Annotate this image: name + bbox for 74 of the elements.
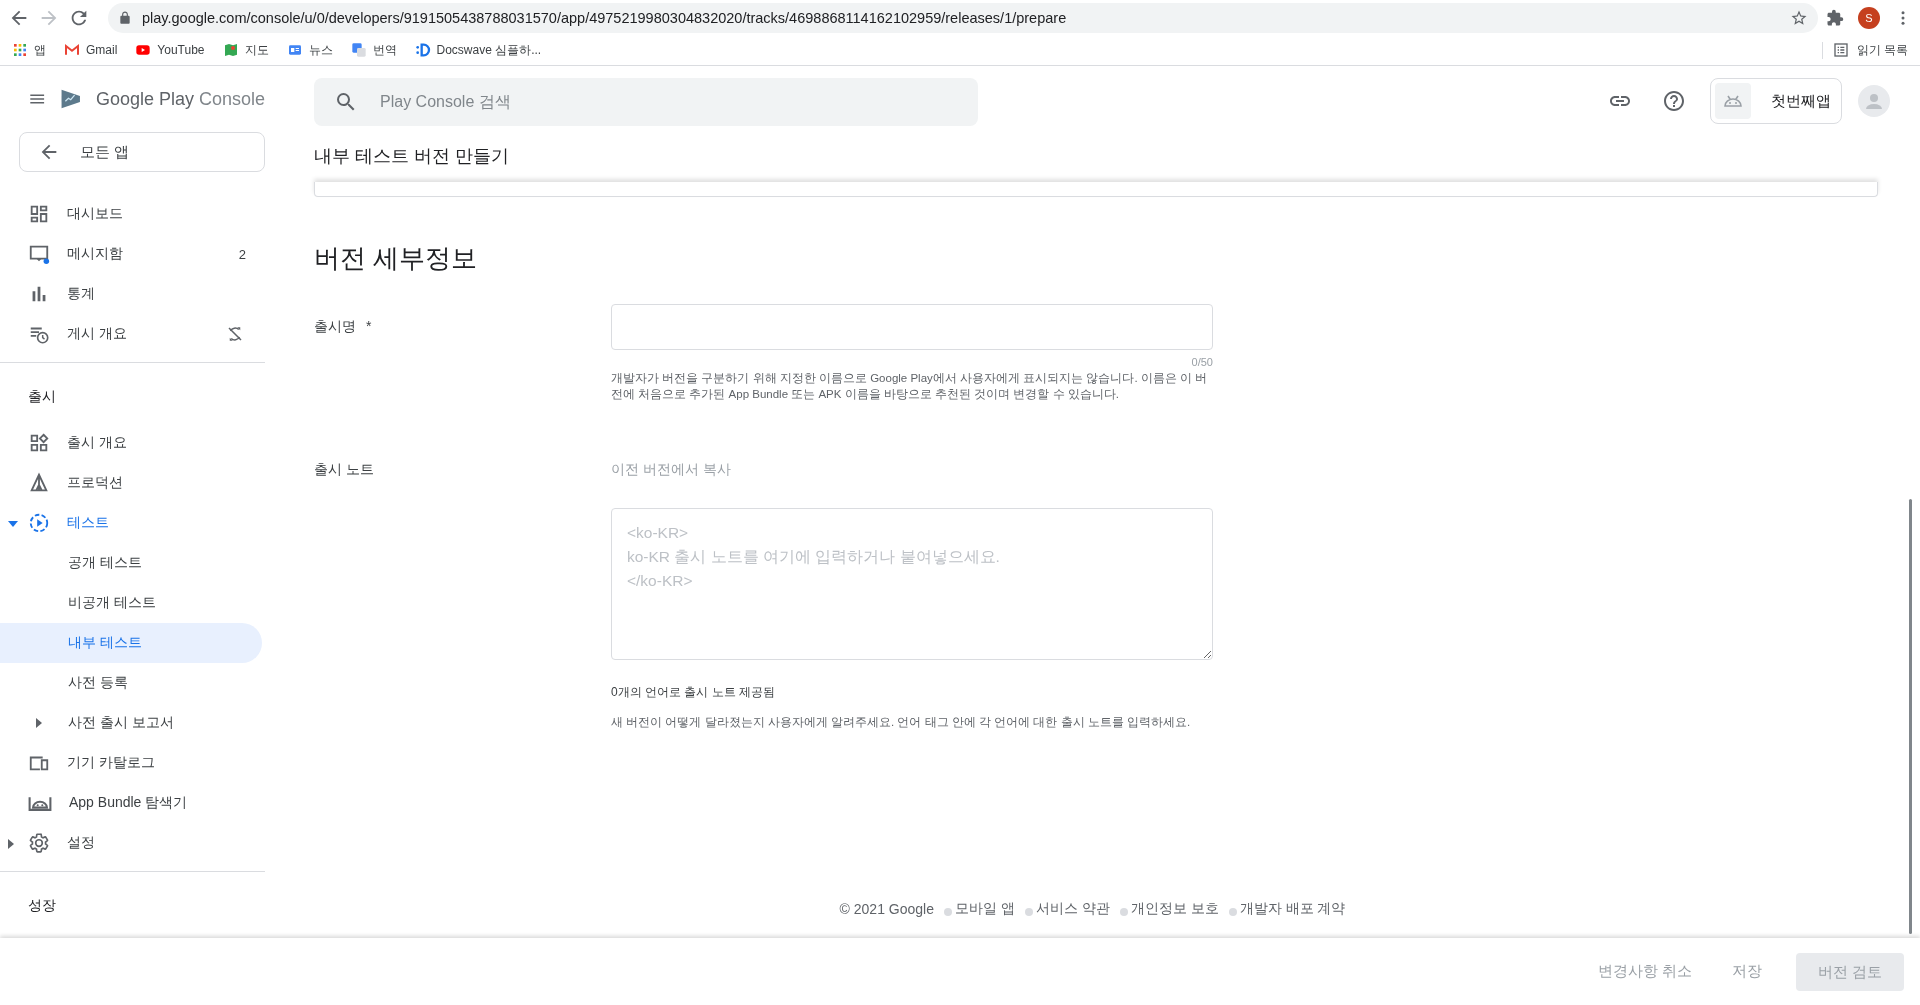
nav-item[interactable]: 사전 등록 — [0, 663, 262, 703]
bookmark[interactable]: 지도 — [222, 41, 269, 59]
nav-item[interactable]: 공개 테스트 — [0, 543, 262, 583]
separator-dot — [1119, 908, 1128, 916]
dashboard-icon — [28, 203, 50, 225]
bookmark[interactable]: YouTube — [135, 42, 205, 58]
extension-icon[interactable] — [1826, 9, 1844, 27]
nav-item[interactable]: 사전 출시 보고서 — [0, 703, 262, 743]
nav-item[interactable]: 대시보드 — [0, 194, 262, 234]
news-icon — [286, 42, 303, 58]
nav-item[interactable]: 내부 테스트 — [0, 623, 262, 663]
caret-icon[interactable] — [8, 519, 18, 529]
nav-item[interactable]: 메시지함 2 — [0, 234, 262, 274]
address-bar[interactable]: play.google.com/console/u/0/developers/9191505438788031570/app/4975219980304832020/tracks/4698868114162102959/releases/1/prepare — [108, 3, 1818, 33]
inbox-icon — [28, 243, 50, 265]
footer-link[interactable]: 서비스 약관 — [1035, 900, 1110, 918]
copyright-text: © 2021 Google — [839, 901, 934, 917]
nav-item[interactable]: 출시 개요 — [0, 423, 262, 463]
mail-icon — [64, 42, 80, 58]
bookmark[interactable]: Gmail — [64, 42, 118, 58]
apps-grid-icon — [12, 42, 28, 58]
search-field[interactable]: Play Console 검색 — [314, 78, 978, 126]
caret-icon[interactable] — [36, 718, 42, 728]
language-count: 0개의 언어로 출시 노트 제공됨 — [611, 684, 776, 701]
list-icon — [1832, 42, 1849, 58]
caret-icon[interactable] — [8, 839, 14, 849]
section-heading: 출시 — [27, 387, 57, 406]
reading-list-button[interactable]: 읽기 목록 — [1821, 41, 1908, 59]
translate-icon — [350, 42, 367, 58]
grid-shapes-icon — [28, 432, 50, 454]
character-counter: 0/50 — [1190, 356, 1213, 368]
release-notes-field[interactable]: <ko-KR> ko-KR 출시 노트를 여기에 입력하거나 붙여넣으세요. </ko-KR> — [611, 508, 1213, 660]
help-text: 개발자가 버전을 구분하기 위해 지정한 이름으로 Google Play에서 사용자에게 표시되지는 않습니다. 이름은 이 버전에 처음으로 추가된 App Bundle 또는 APK 이름을 바탕으로 추천된 것이며 변경할 수 있습니다. — [611, 371, 1209, 402]
nav-item[interactable]: 설정 — [0, 823, 262, 863]
help-icon — [1662, 89, 1686, 113]
page-title: 내부 테스트 버전 만들기 — [313, 145, 510, 168]
profile-avatar[interactable]: S — [1858, 7, 1880, 29]
app-logo-text: Google Play Console — [95, 88, 265, 110]
all-apps-button[interactable]: 모든 앱 — [19, 132, 265, 172]
bundle-icon — [28, 795, 52, 811]
play-circle-icon — [28, 512, 50, 534]
separator-dot — [943, 908, 952, 916]
separator-dot — [1024, 908, 1033, 916]
bookmark[interactable]: Docswave 심플하... — [414, 41, 542, 59]
app-switcher-button[interactable]: 첫번째앱 — [1710, 78, 1842, 124]
star-icon[interactable] — [1790, 9, 1808, 27]
field-label: 출시 노트 — [314, 461, 374, 477]
section-title: 버전 세부정보 — [314, 242, 479, 275]
dot-d-icon — [414, 42, 431, 58]
bookmark[interactable]: 앱 — [12, 41, 46, 59]
field-label: 출시명 — [314, 318, 356, 334]
bookmark[interactable]: 뉴스 — [286, 41, 333, 59]
bookmark[interactable]: 번역 — [350, 41, 397, 59]
nav-item[interactable]: 비공개 테스트 — [0, 583, 262, 623]
scrollbar[interactable] — [1909, 499, 1912, 934]
play-button-icon — [135, 42, 152, 58]
nav-item[interactable]: 게시 개요 — [0, 314, 262, 354]
section-heading: 성장 — [27, 896, 57, 915]
nav-item[interactable]: App Bundle 탐색기 — [0, 783, 262, 823]
nav-item[interactable]: 프로덕션 — [0, 463, 262, 503]
lock-icon — [118, 11, 132, 25]
separator-dot — [1228, 908, 1237, 916]
settings-icon — [28, 832, 50, 854]
nav-item[interactable]: 기기 카탈로그 — [0, 743, 262, 783]
footer-link[interactable]: 개인정보 보호 — [1130, 900, 1219, 918]
count-label: 2 — [238, 246, 246, 262]
input-field[interactable] — [611, 304, 1213, 350]
tent-icon — [28, 472, 50, 494]
required-mark: * — [366, 318, 372, 334]
help-text: 새 버전이 어떻게 달라졌는지 사용자에게 알려주세요. 언어 태그 안에 각 언어에 대한 출시 노트를 입력하세요. — [611, 715, 1192, 730]
footer-link[interactable]: 모바일 앱 — [954, 900, 1015, 918]
footer-link[interactable]: 개발자 배포 계약 — [1239, 900, 1346, 918]
nav-item[interactable]: 테스트 — [0, 503, 262, 543]
nav-item[interactable]: 통계 — [0, 274, 262, 314]
